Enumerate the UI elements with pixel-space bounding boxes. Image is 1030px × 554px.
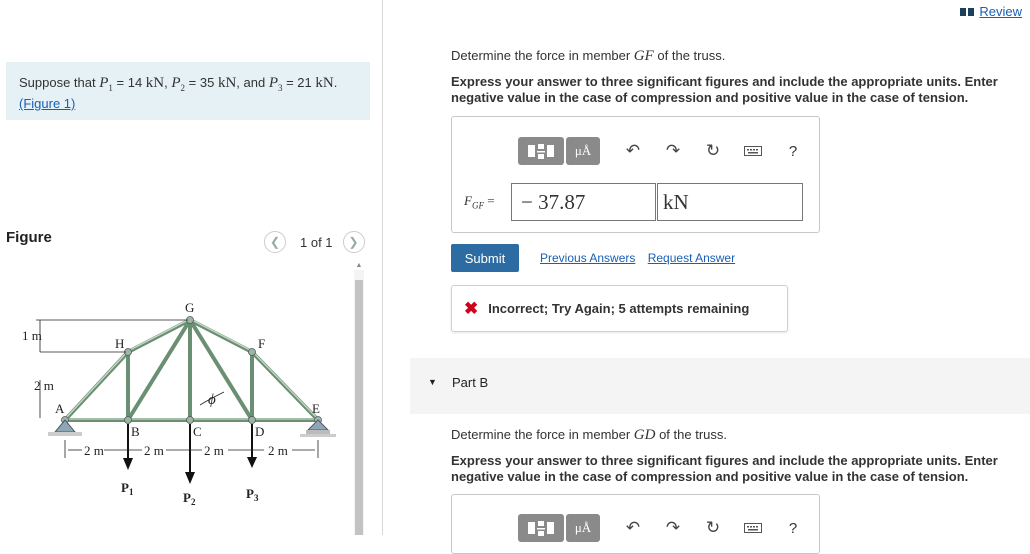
templates-icon [528,144,554,159]
p1-value: = 14 [112,75,146,90]
part-a-answer-panel: μÅ ↶ ↷ ↻ ? FGF = − 37.87 kN [451,116,820,233]
label-phi: ϕ [208,392,216,408]
label-p3: P3 [246,486,259,503]
p2-unit: kN [217,75,237,91]
label-c: C [193,424,202,439]
keyboard-icon[interactable] [744,141,762,161]
part-a-member: GF [633,48,654,64]
part-b-q-prefix: Determine the force in member [451,427,634,442]
previous-answers-link[interactable]: Previous Answers [540,251,635,265]
sep2: , and [236,75,269,90]
templates-button-b[interactable] [518,514,564,542]
problem-statement: Suppose that P1 = 14 kN, P2 = 35 kN, and… [19,75,337,111]
part-b-answer-panel: μÅ ↶ ↷ ↻ ? [451,494,820,554]
part-a-instructions: Express your answer to three significant… [451,74,998,105]
truss-figure: G H F A E B C D 1 m 2 m 2 m 2 m 2 m 2 m … [22,300,336,507]
part-b-member: GD [633,427,656,443]
math-toolbar-b: μÅ ↶ ↷ ↻ ? [518,514,802,542]
units-button-b[interactable]: μÅ [566,514,600,542]
feedback-message: Incorrect; Try Again; 5 attempts remaini… [488,301,750,316]
review-link-wrap[interactable]: Review [960,4,1022,19]
label-p2: P2 [183,490,196,507]
problem-end: . [333,75,338,90]
part-a-question: Determine the force in member GF of the … [451,48,725,65]
support-a [48,419,82,436]
templates-icon [528,521,554,536]
scroll-up-arrow[interactable]: ▲ [354,262,364,270]
figure-title: Figure [6,229,52,246]
math-toolbar: μÅ ↶ ↷ ↻ ? [518,137,802,165]
part-b-q-suffix: of the truss. [655,427,728,442]
p3-unit: kN [315,75,334,91]
collapse-triangle-icon[interactable]: ▼ [428,377,437,387]
part-a-q-suffix: of the truss. [653,48,726,63]
answer-links: Previous Answers Request Answer [540,251,744,265]
label-a: A [55,401,65,416]
incorrect-x-icon: ✖ [464,298,479,318]
label-p1: P1 [121,480,134,497]
label-h: H [115,336,124,351]
p2-symbol: P [171,75,181,91]
figure-link[interactable]: (Figure 1) [19,96,75,111]
part-b-question: Determine the force in member GD of the … [451,427,727,444]
support-e [300,419,336,437]
dim-2m-c: 2 m [204,443,224,458]
p2-value: = 35 [185,75,218,90]
units-button[interactable]: μÅ [566,137,600,165]
request-answer-link[interactable]: Request Answer [648,251,735,265]
label-b: B [131,424,140,439]
figure-pager: ❮ 1 of 1 ❯ [264,231,365,253]
templates-button[interactable] [518,137,564,165]
redo-icon[interactable]: ↷ [664,141,682,161]
undo-icon[interactable]: ↶ [624,518,642,538]
dim-2m-b: 2 m [144,443,164,458]
figure-scroll-thumb[interactable] [355,280,363,535]
label-e: E [312,401,320,416]
pager-text: 1 of 1 [300,234,333,250]
help-icon[interactable]: ? [784,143,802,160]
keyboard-icon[interactable] [744,518,762,538]
truss-members [63,318,320,422]
field-label-fgf: FGF = [464,193,495,211]
dim-1m: 1 m [22,328,42,343]
dim-2m-a: 2 m [84,443,104,458]
p1-unit: kN [145,75,165,91]
dim-2m-d: 2 m [268,443,288,458]
problem-prefix: Suppose that [19,75,100,90]
label-d: D [255,424,264,439]
part-b-instructions: Express your answer to three significant… [451,453,998,484]
part-a-q-prefix: Determine the force in member [451,48,634,63]
submit-button[interactable]: Submit [451,244,519,272]
undo-icon[interactable]: ↶ [624,141,642,161]
part-b-label[interactable]: Part B [452,375,488,390]
reset-icon[interactable]: ↻ [704,518,722,538]
feedback-box: ✖ Incorrect; Try Again; 5 attempts remai… [451,285,788,332]
review-link[interactable]: Review [979,4,1022,19]
chevron-right-icon[interactable]: ❯ [342,231,365,253]
reset-icon[interactable]: ↻ [704,141,722,161]
answer-value-input[interactable]: − 37.87 [511,183,656,221]
redo-icon[interactable]: ↷ [664,518,682,538]
dim-2m-vertical: 2 m [34,378,54,393]
p3-value: = 21 [282,75,316,90]
answer-unit-input[interactable]: kN [657,183,803,221]
label-g: G [185,300,194,315]
review-icon [960,7,975,16]
label-f: F [258,336,265,351]
part-b-header[interactable] [410,358,1030,414]
panel-divider [382,0,383,535]
chevron-left-icon[interactable]: ❮ [264,231,286,253]
help-icon[interactable]: ? [784,520,802,537]
p3-symbol: P [268,75,278,91]
